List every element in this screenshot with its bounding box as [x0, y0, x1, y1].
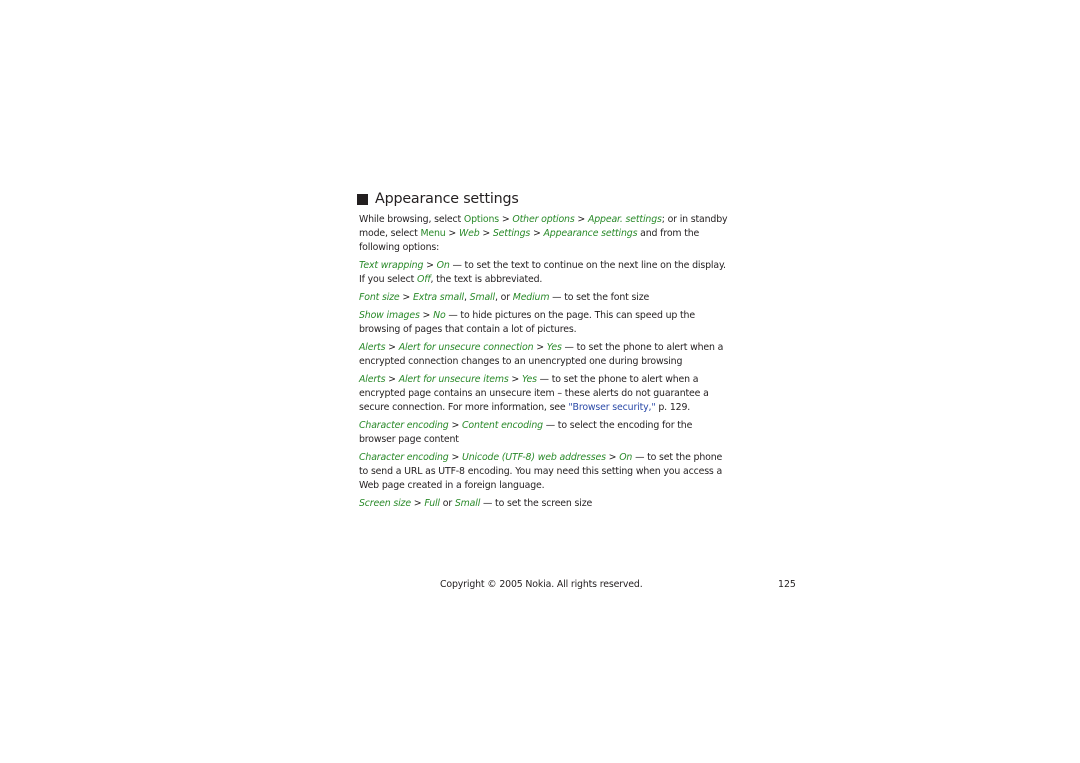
section-title: Appearance settings	[375, 191, 519, 207]
menu-appearance-settings: Appearance settings	[543, 228, 638, 239]
menu-settings: Settings	[492, 228, 531, 239]
option-show-images: Show images > No — to hide pictures on t…	[359, 310, 695, 335]
black-square-icon	[357, 194, 368, 205]
document-page: Appearance settings While browsing, sele…	[357, 189, 729, 515]
menu-web: Web	[458, 228, 480, 239]
menu-other-options: Other options	[512, 214, 575, 225]
option-font-size: Font size > Extra small, Small, or Mediu…	[359, 292, 650, 303]
option-unicode-web-addresses: Character encoding > Unicode (UTF-8) web…	[359, 452, 723, 491]
option-text-wrapping: Text wrapping > On — to set the text to …	[359, 260, 726, 285]
browser-security-link[interactable]: "Browser security,"	[568, 402, 655, 413]
menu-menu: Menu	[420, 228, 446, 239]
option-content-encoding: Character encoding > Content encoding — …	[359, 420, 693, 445]
intro-paragraph: While browsing, select Options > Other o…	[359, 214, 728, 253]
menu-options: Options	[463, 214, 500, 225]
page-number: 125	[778, 579, 796, 590]
copyright-footer: Copyright © 2005 Nokia. All rights reser…	[440, 579, 643, 590]
option-screen-size: Screen size > Full or Small — to set the…	[359, 498, 593, 509]
menu-appear-settings: Appear. settings	[587, 214, 662, 225]
option-alert-unsecure-connection: Alerts > Alert for unsecure connection >…	[359, 342, 724, 367]
option-alert-unsecure-items: Alerts > Alert for unsecure items > Yes …	[359, 374, 709, 413]
section-heading: Appearance settings	[357, 189, 729, 209]
